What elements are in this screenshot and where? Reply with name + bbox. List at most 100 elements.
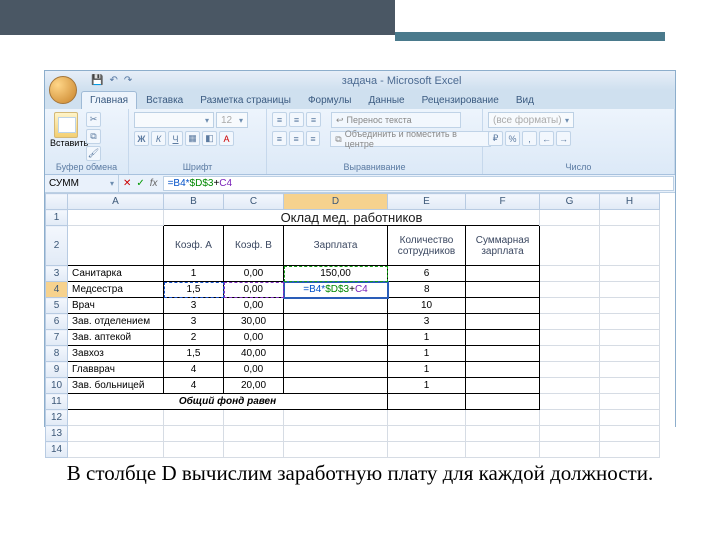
cell-salary bbox=[284, 314, 388, 330]
font-color-button[interactable]: A bbox=[219, 131, 234, 146]
font-name-combo[interactable]: ▾ bbox=[134, 112, 214, 128]
currency-button[interactable]: ₽ bbox=[488, 131, 503, 146]
paste-button[interactable]: Вставить bbox=[50, 112, 82, 148]
italic-button[interactable]: К bbox=[151, 131, 166, 146]
tab-review[interactable]: Рецензирование bbox=[414, 92, 507, 109]
ribbon: Вставить ✂ ⧉ 🖌 Буфер обмена ▾ 12▾ Ж К bbox=[45, 109, 675, 175]
row-header-10[interactable]: 10 bbox=[46, 378, 68, 394]
row-header-11[interactable]: 11 bbox=[46, 394, 68, 410]
undo-icon[interactable]: ↶ bbox=[109, 75, 117, 86]
align-bot-button[interactable]: ≡ bbox=[306, 112, 321, 127]
cell-name: Врач bbox=[68, 298, 164, 314]
cell-coef-a: 3 bbox=[164, 314, 224, 330]
tab-data[interactable]: Данные bbox=[360, 92, 412, 109]
col-header-G[interactable]: G bbox=[540, 194, 600, 210]
cell-sum bbox=[466, 346, 540, 362]
font-size-combo[interactable]: 12▾ bbox=[216, 112, 248, 128]
row-header-3[interactable]: 3 bbox=[46, 266, 68, 282]
row-header-2[interactable]: 2 bbox=[46, 226, 68, 266]
align-right-button[interactable]: ≡ bbox=[306, 131, 321, 146]
titlebar: 💾 ↶ ↷ задача - Microsoft Excel bbox=[45, 71, 675, 90]
inc-decimal-button[interactable]: ← bbox=[539, 131, 554, 146]
cell-salary bbox=[284, 362, 388, 378]
redo-icon[interactable]: ↷ bbox=[124, 75, 132, 86]
col-header-C[interactable]: C bbox=[224, 194, 284, 210]
row-header-8[interactable]: 8 bbox=[46, 346, 68, 362]
cell-coef-b: 0,00 bbox=[224, 266, 284, 282]
number-format-combo[interactable]: (все форматы)▾ bbox=[488, 112, 574, 128]
fill-color-button[interactable]: ◧ bbox=[202, 131, 217, 146]
row-header-14[interactable]: 14 bbox=[46, 442, 68, 458]
copy-button[interactable]: ⧉ bbox=[86, 129, 101, 144]
cell-coef-a: 1,5 bbox=[164, 346, 224, 362]
cell-coef-b: 0,00 bbox=[224, 298, 284, 314]
cut-button[interactable]: ✂ bbox=[86, 112, 101, 127]
spreadsheet-grid[interactable]: ABCDEFGH1Оклад мед. работников2Коэф. AКо… bbox=[45, 193, 675, 458]
tab-pagelayout[interactable]: Разметка страницы bbox=[192, 92, 299, 109]
align-left-button[interactable]: ≡ bbox=[272, 131, 287, 146]
tab-view[interactable]: Вид bbox=[508, 92, 542, 109]
format-painter-button[interactable]: 🖌 bbox=[86, 146, 101, 161]
slide-caption: В столбце D вычислим заработную плату дл… bbox=[0, 460, 720, 487]
row-header-1[interactable]: 1 bbox=[46, 210, 68, 226]
fx-icon[interactable]: fx bbox=[150, 178, 158, 189]
header-cell: Количество сотрудников bbox=[388, 226, 466, 266]
cell-coef-b: 40,00 bbox=[224, 346, 284, 362]
quick-access-toolbar[interactable]: 💾 ↶ ↷ bbox=[91, 75, 132, 86]
cell-coef-a: 4 bbox=[164, 378, 224, 394]
bold-button[interactable]: Ж bbox=[134, 131, 149, 146]
row-header-12[interactable]: 12 bbox=[46, 410, 68, 426]
row-header-7[interactable]: 7 bbox=[46, 330, 68, 346]
align-top-button[interactable]: ≡ bbox=[272, 112, 287, 127]
cell-salary-editing[interactable]: =B4*$D$3+C4 bbox=[284, 282, 388, 298]
percent-button[interactable]: % bbox=[505, 131, 520, 146]
accept-formula-icon[interactable]: ✓ bbox=[136, 178, 144, 189]
row-header-6[interactable]: 6 bbox=[46, 314, 68, 330]
merge-icon: ⧉ bbox=[335, 134, 341, 145]
col-header-F[interactable]: F bbox=[466, 194, 540, 210]
col-header-H[interactable]: H bbox=[600, 194, 660, 210]
col-header-A[interactable]: A bbox=[68, 194, 164, 210]
cell-coef-a: 1,5 bbox=[164, 282, 224, 298]
tab-formulas[interactable]: Формулы bbox=[300, 92, 360, 109]
cell-name: Зав. больницей bbox=[68, 378, 164, 394]
align-center-button[interactable]: ≡ bbox=[289, 131, 304, 146]
row-header-13[interactable]: 13 bbox=[46, 426, 68, 442]
cell-count: 1 bbox=[388, 330, 466, 346]
row-header-4[interactable]: 4 bbox=[46, 282, 68, 298]
border-button[interactable]: ▦ bbox=[185, 131, 200, 146]
cell-sum bbox=[466, 330, 540, 346]
alignment-group-label: Выравнивание bbox=[272, 161, 477, 173]
align-mid-button[interactable]: ≡ bbox=[289, 112, 304, 127]
cell-count: 1 bbox=[388, 346, 466, 362]
col-header-D[interactable]: D bbox=[284, 194, 388, 210]
cell-name: Главврач bbox=[68, 362, 164, 378]
cell-salary: 150,00 bbox=[284, 266, 388, 282]
formula-bar: СУММ▾ ✕ ✓ fx =B4*$D$3+C4 bbox=[45, 175, 675, 193]
name-box[interactable]: СУММ▾ bbox=[45, 175, 119, 192]
underline-button[interactable]: Ч bbox=[168, 131, 183, 146]
cell-count: 1 bbox=[388, 378, 466, 394]
merge-center-button[interactable]: ⧉Объединить и поместить в центре bbox=[330, 131, 491, 147]
cancel-formula-icon[interactable]: ✕ bbox=[123, 178, 131, 189]
cell-count: 1 bbox=[388, 362, 466, 378]
excel-window: 💾 ↶ ↷ задача - Microsoft Excel Главная В… bbox=[44, 70, 676, 427]
cell-salary bbox=[284, 378, 388, 394]
row-header-5[interactable]: 5 bbox=[46, 298, 68, 314]
cell-count: 3 bbox=[388, 314, 466, 330]
dec-decimal-button[interactable]: → bbox=[556, 131, 571, 146]
comma-button[interactable]: , bbox=[522, 131, 537, 146]
cell-name: Зав. отделением bbox=[68, 314, 164, 330]
save-icon[interactable]: 💾 bbox=[91, 75, 103, 86]
wrap-text-button[interactable]: ↩Перенос текста bbox=[331, 112, 461, 128]
office-button[interactable] bbox=[49, 76, 77, 104]
tab-home[interactable]: Главная bbox=[81, 91, 137, 109]
tab-insert[interactable]: Вставка bbox=[138, 92, 191, 109]
window-title: задача - Microsoft Excel bbox=[132, 75, 671, 87]
row-header-9[interactable]: 9 bbox=[46, 362, 68, 378]
wrap-icon: ↩ bbox=[336, 115, 344, 126]
header-cell: Зарплата bbox=[284, 226, 388, 266]
col-header-B[interactable]: B bbox=[164, 194, 224, 210]
col-header-E[interactable]: E bbox=[388, 194, 466, 210]
formula-input[interactable]: =B4*$D$3+C4 bbox=[163, 176, 674, 191]
